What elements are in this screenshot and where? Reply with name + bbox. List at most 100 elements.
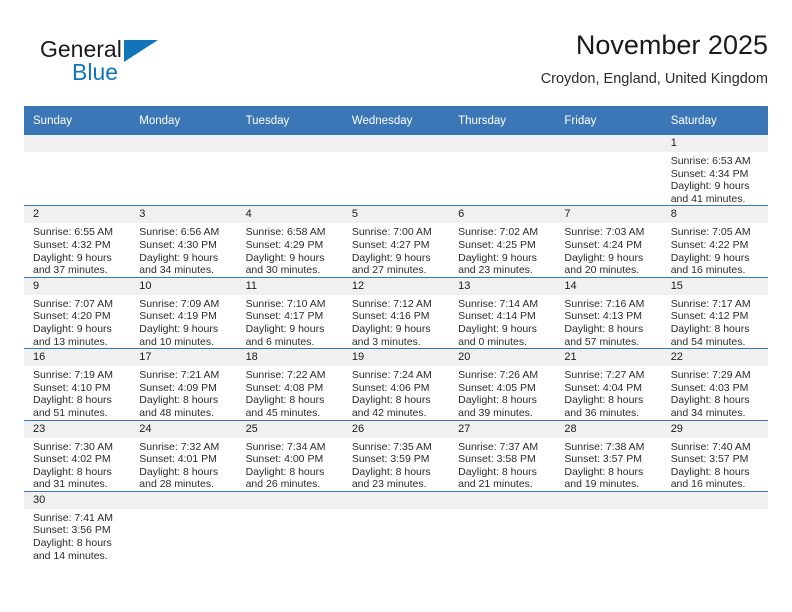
day-details	[662, 509, 768, 512]
day-cell[interactable]: 8 Sunrise: 7:05 AM Sunset: 4:22 PM Dayli…	[661, 205, 768, 278]
day-cell[interactable]: 21 Sunrise: 7:27 AM Sunset: 4:04 PM Dayl…	[555, 348, 662, 420]
sunset-text: Sunset: 4:09 PM	[139, 381, 217, 394]
day-number	[130, 491, 237, 509]
page-title: November 2025	[575, 30, 768, 60]
location-subtitle: Croydon, England, United Kingdom	[540, 71, 768, 87]
day-cell[interactable]	[130, 490, 237, 563]
day-cell[interactable]: 7 Sunrise: 7:03 AM Sunset: 4:24 PM Dayli…	[555, 205, 662, 278]
day-cell[interactable]: 16 Sunrise: 7:19 AM Sunset: 4:10 PM Dayl…	[24, 348, 131, 420]
daylight-text-line2: and 57 minutes.	[564, 335, 640, 348]
sunrise-text: Sunrise: 7:35 AM	[351, 440, 432, 453]
day-details	[130, 509, 236, 512]
weekday-header-tuesday: Tuesday	[236, 106, 343, 135]
sunrise-text: Sunrise: 7:12 AM	[351, 297, 432, 310]
day-number: 5	[342, 206, 450, 224]
day-cell[interactable]	[449, 490, 556, 563]
day-cell[interactable]	[24, 135, 131, 206]
daylight-text-line2: and 3 minutes.	[351, 335, 421, 348]
day-number	[555, 491, 662, 509]
daylight-text-line2: and 41 minutes.	[670, 192, 746, 205]
daylight-text-line1: Daylight: 8 hours	[351, 394, 431, 407]
day-cell[interactable]: 18 Sunrise: 7:22 AM Sunset: 4:08 PM Dayl…	[236, 348, 343, 420]
day-cell[interactable]: 19 Sunrise: 7:24 AM Sunset: 4:06 PM Dayl…	[342, 348, 450, 420]
day-details: Sunrise: 7:00 AM Sunset: 4:27 PM Dayligh…	[343, 223, 449, 276]
sunrise-text: Sunrise: 7:37 AM	[458, 440, 539, 453]
day-details	[343, 152, 449, 155]
calendar-week-row: 1 Sunrise: 6:53 AM Sunset: 4:34 PM Dayli…	[24, 135, 768, 206]
day-cell[interactable]: 6 Sunrise: 7:02 AM Sunset: 4:25 PM Dayli…	[449, 205, 556, 278]
sunrise-text: Sunrise: 7:07 AM	[33, 297, 113, 310]
day-cell[interactable]: 24 Sunrise: 7:32 AM Sunset: 4:01 PM Dayl…	[130, 419, 237, 492]
day-cell[interactable]: 23 Sunrise: 7:30 AM Sunset: 4:02 PM Dayl…	[24, 419, 131, 492]
day-cell[interactable]	[449, 135, 556, 206]
day-number: 27	[449, 420, 556, 438]
day-cell[interactable]: 28 Sunrise: 7:38 AM Sunset: 3:57 PM Dayl…	[555, 419, 662, 492]
day-cell[interactable]: 13 Sunrise: 7:14 AM Sunset: 4:14 PM Dayl…	[449, 276, 556, 349]
day-cell[interactable]	[236, 135, 343, 206]
sunrise-text: Sunrise: 7:22 AM	[245, 369, 326, 382]
day-cell[interactable]: 3 Sunrise: 6:56 AM Sunset: 4:30 PM Dayli…	[130, 205, 237, 278]
day-cell[interactable]: 15 Sunrise: 7:17 AM Sunset: 4:12 PM Dayl…	[661, 276, 768, 349]
day-cell[interactable]: 1 Sunrise: 6:53 AM Sunset: 4:34 PM Dayli…	[661, 135, 768, 206]
sunrise-text: Sunrise: 7:00 AM	[351, 226, 432, 239]
daylight-text-line2: and 54 minutes.	[670, 335, 746, 348]
logo-text-blue: Blue	[72, 59, 119, 85]
sunset-text: Sunset: 4:29 PM	[245, 238, 324, 251]
day-number: 29	[661, 420, 768, 438]
day-cell[interactable]: 25 Sunrise: 7:34 AM Sunset: 4:00 PM Dayl…	[236, 419, 343, 492]
day-cell[interactable]: 20 Sunrise: 7:26 AM Sunset: 4:05 PM Dayl…	[449, 348, 556, 420]
day-number: 8	[661, 206, 768, 224]
day-details: Sunrise: 7:14 AM Sunset: 4:14 PM Dayligh…	[449, 295, 555, 348]
calendar-page: General Blue November 2025 Croydon, Engl…	[0, 0, 792, 612]
sunset-text: Sunset: 4:19 PM	[139, 310, 217, 323]
day-cell[interactable]: 10 Sunrise: 7:09 AM Sunset: 4:19 PM Dayl…	[130, 276, 237, 349]
day-number	[236, 491, 343, 509]
day-cell[interactable]: 5 Sunrise: 7:00 AM Sunset: 4:27 PM Dayli…	[342, 205, 450, 278]
day-details: Sunrise: 7:21 AM Sunset: 4:09 PM Dayligh…	[130, 366, 236, 419]
daylight-text-line2: and 31 minutes.	[33, 478, 108, 491]
daylight-text-line1: Daylight: 9 hours	[245, 251, 325, 264]
generalblue-logo[interactable]: General Blue	[40, 36, 220, 92]
day-details: Sunrise: 7:37 AM Sunset: 3:58 PM Dayligh…	[449, 438, 555, 491]
day-cell[interactable]: 27 Sunrise: 7:37 AM Sunset: 3:58 PM Dayl…	[449, 419, 556, 492]
day-cell[interactable]: 22 Sunrise: 7:29 AM Sunset: 4:03 PM Dayl…	[661, 348, 768, 420]
daylight-text-line2: and 48 minutes.	[139, 406, 214, 419]
day-cell[interactable]: 9 Sunrise: 7:07 AM Sunset: 4:20 PM Dayli…	[24, 276, 131, 349]
sunrise-text: Sunrise: 7:34 AM	[245, 440, 326, 453]
day-cell[interactable]	[130, 135, 237, 206]
day-cell[interactable]	[342, 490, 450, 563]
day-cell[interactable]: 11 Sunrise: 7:10 AM Sunset: 4:17 PM Dayl…	[236, 276, 343, 349]
daylight-text-line1: Daylight: 8 hours	[351, 465, 431, 478]
sunrise-text: Sunrise: 7:03 AM	[564, 226, 645, 239]
sunset-text: Sunset: 4:02 PM	[33, 453, 111, 466]
sunset-text: Sunset: 4:20 PM	[33, 310, 111, 323]
sunset-text: Sunset: 4:27 PM	[351, 238, 430, 251]
day-cell[interactable]	[661, 490, 768, 563]
day-cell[interactable]: 29 Sunrise: 7:40 AM Sunset: 3:57 PM Dayl…	[661, 419, 768, 492]
day-cell[interactable]	[342, 135, 450, 206]
day-number	[342, 491, 450, 509]
day-cell[interactable]: 14 Sunrise: 7:16 AM Sunset: 4:13 PM Dayl…	[555, 276, 662, 349]
day-details: Sunrise: 7:34 AM Sunset: 4:00 PM Dayligh…	[237, 438, 343, 491]
daylight-text-line1: Daylight: 8 hours	[670, 465, 750, 478]
daylight-text-line1: Daylight: 8 hours	[245, 465, 325, 478]
day-number: 15	[661, 277, 768, 295]
day-cell[interactable]	[555, 490, 662, 563]
daylight-text-line2: and 6 minutes.	[245, 335, 315, 348]
daylight-text-line1: Daylight: 8 hours	[33, 394, 112, 407]
day-cell[interactable]: 4 Sunrise: 6:58 AM Sunset: 4:29 PM Dayli…	[236, 205, 343, 278]
day-cell[interactable]	[236, 490, 343, 563]
daylight-text-line1: Daylight: 9 hours	[351, 251, 431, 264]
daylight-text-line2: and 14 minutes.	[33, 549, 108, 562]
sunrise-text: Sunrise: 6:58 AM	[245, 226, 326, 239]
day-number	[24, 135, 131, 152]
daylight-text-line2: and 37 minutes.	[33, 264, 108, 277]
day-cell[interactable]: 2 Sunrise: 6:55 AM Sunset: 4:32 PM Dayli…	[24, 205, 131, 278]
day-cell[interactable]: 30 Sunrise: 7:41 AM Sunset: 3:56 PM Dayl…	[24, 490, 131, 563]
day-details: Sunrise: 7:16 AM Sunset: 4:13 PM Dayligh…	[555, 295, 661, 348]
day-cell[interactable]	[555, 135, 662, 206]
day-cell[interactable]: 26 Sunrise: 7:35 AM Sunset: 3:59 PM Dayl…	[342, 419, 450, 492]
daylight-text-line1: Daylight: 9 hours	[33, 251, 112, 264]
day-cell[interactable]: 17 Sunrise: 7:21 AM Sunset: 4:09 PM Dayl…	[130, 348, 237, 420]
day-cell[interactable]: 12 Sunrise: 7:12 AM Sunset: 4:16 PM Dayl…	[342, 276, 450, 349]
